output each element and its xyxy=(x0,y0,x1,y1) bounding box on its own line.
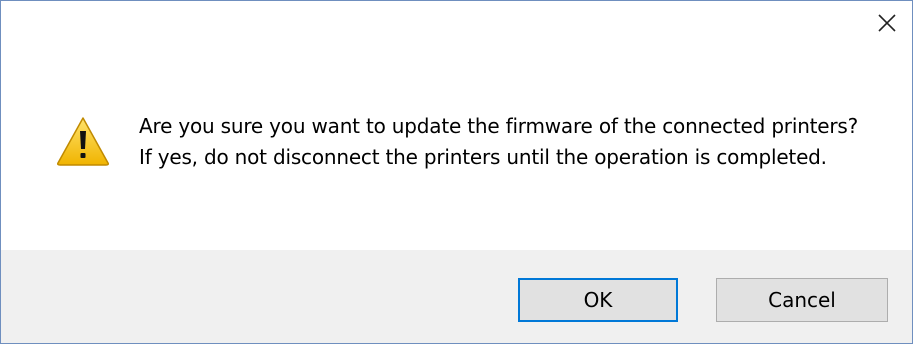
close-button[interactable] xyxy=(864,3,910,43)
dialog-footer: OK Cancel xyxy=(1,250,912,343)
ok-button[interactable]: OK xyxy=(518,278,678,322)
confirm-dialog: Are you sure you want to update the firm… xyxy=(0,0,913,344)
close-icon xyxy=(878,14,896,32)
warning-icon xyxy=(57,117,109,166)
dialog-message: Are you sure you want to update the firm… xyxy=(139,114,859,169)
dialog-content: Are you sure you want to update the firm… xyxy=(1,1,912,250)
cancel-button[interactable]: Cancel xyxy=(716,278,888,322)
